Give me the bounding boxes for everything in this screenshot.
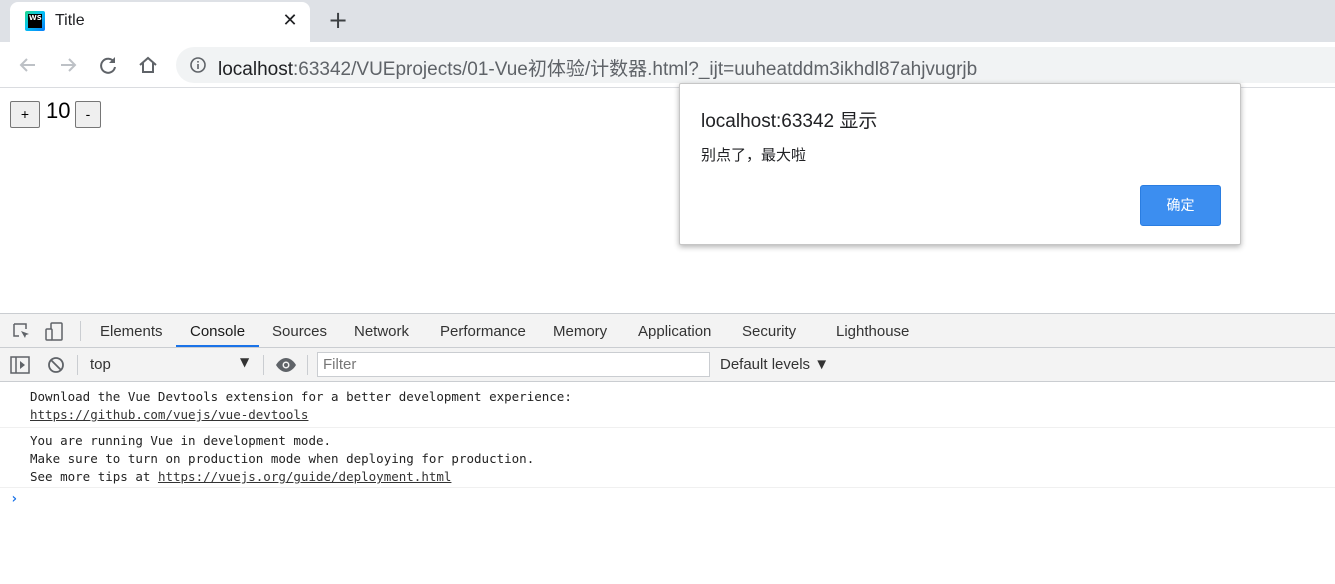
- inspect-element-icon[interactable]: [12, 322, 32, 342]
- tab-title: Title: [55, 12, 85, 29]
- eye-icon[interactable]: [275, 357, 297, 373]
- new-tab-button[interactable]: +: [326, 8, 350, 32]
- alert-message: 别点了，最大啦: [701, 147, 807, 164]
- reload-icon[interactable]: [95, 52, 121, 78]
- address-bar[interactable]: localhost:63342/VUEprojects/01-Vue初体验/计数…: [176, 47, 1335, 83]
- close-icon[interactable]: ✕: [280, 11, 300, 31]
- filter-input[interactable]: Filter: [317, 352, 710, 377]
- devtools-panel: Elements Console Sources Network Perform…: [0, 313, 1335, 584]
- tab-console[interactable]: Console: [190, 314, 245, 348]
- forward-arrow-icon[interactable]: [55, 52, 81, 78]
- alert-dialog: localhost:63342 显示 别点了，最大啦 确定: [679, 83, 1241, 245]
- ok-button[interactable]: 确定: [1140, 185, 1221, 226]
- device-toolbar-icon[interactable]: [44, 321, 66, 343]
- console-link[interactable]: https://vuejs.org/guide/deployment.html: [158, 469, 452, 484]
- info-icon[interactable]: [190, 57, 206, 73]
- console-prompt[interactable]: ›: [10, 491, 18, 507]
- tab-network[interactable]: Network: [354, 314, 409, 348]
- back-arrow-icon[interactable]: [15, 52, 41, 78]
- counter-value: 10: [46, 98, 71, 123]
- decrement-button[interactable]: -: [75, 101, 101, 128]
- home-icon[interactable]: [135, 52, 161, 78]
- browser-toolbar: localhost:63342/VUEprojects/01-Vue初体验/计数…: [0, 42, 1335, 88]
- dropdown-arrow-icon[interactable]: ▼: [240, 355, 249, 369]
- tab-memory[interactable]: Memory: [553, 314, 607, 348]
- tab-elements[interactable]: Elements: [100, 314, 163, 348]
- url-host: localhost: [218, 59, 293, 80]
- console-text: Make sure to turn on production mode whe…: [30, 451, 535, 466]
- console-message: You are running Vue in development mode.…: [0, 428, 1335, 488]
- context-select[interactable]: top: [90, 356, 111, 373]
- console-toolbar: top ▼ Filter Default levels ▼: [0, 348, 1335, 382]
- divider: [263, 355, 264, 375]
- url-path: :63342/VUEprojects/01-Vue初体验/计数器.html?_i…: [293, 59, 978, 80]
- tab-security[interactable]: Security: [742, 314, 796, 348]
- log-levels-dropdown[interactable]: Default levels ▼: [720, 356, 829, 373]
- url-text[interactable]: localhost:63342/VUEprojects/01-Vue初体验/计数…: [218, 54, 977, 81]
- tab-application[interactable]: Application: [638, 314, 711, 348]
- increment-button[interactable]: +: [10, 101, 40, 128]
- console-text: See more tips at: [30, 469, 158, 484]
- console-text: Download the Vue Devtools extension for …: [30, 389, 572, 404]
- console-message: Download the Vue Devtools extension for …: [0, 383, 1335, 428]
- divider: [307, 355, 308, 375]
- sidebar-toggle-icon[interactable]: [10, 356, 30, 374]
- tab-strip: WS Title ✕ +: [0, 0, 1335, 42]
- tab-performance[interactable]: Performance: [440, 314, 526, 348]
- tab-sources[interactable]: Sources: [272, 314, 327, 348]
- alert-title: localhost:63342 显示: [701, 111, 878, 132]
- divider: [80, 321, 81, 341]
- tab-lighthouse[interactable]: Lighthouse: [836, 314, 909, 348]
- divider: [77, 355, 78, 375]
- active-tab-indicator: [176, 345, 259, 347]
- devtools-tabbar: Elements Console Sources Network Perform…: [0, 314, 1335, 348]
- clear-console-icon[interactable]: [47, 356, 65, 374]
- console-link[interactable]: https://github.com/vuejs/vue-devtools: [30, 407, 308, 422]
- browser-tab[interactable]: WS Title ✕: [10, 2, 310, 42]
- console-text: You are running Vue in development mode.: [30, 433, 332, 448]
- webstorm-icon: WS: [25, 11, 45, 31]
